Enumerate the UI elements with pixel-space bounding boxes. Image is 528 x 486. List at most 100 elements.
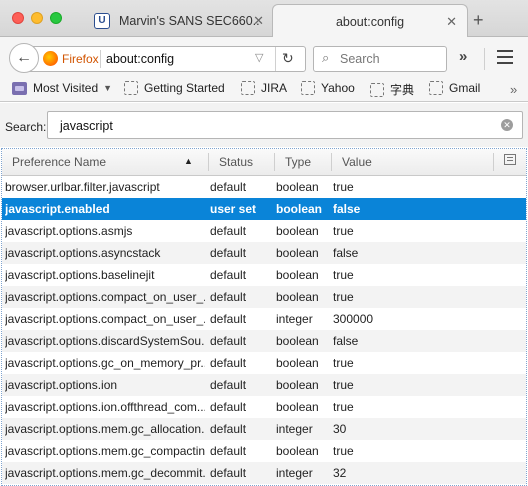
table-row[interactable]: javascript.enabled user set boolean false [2, 198, 526, 220]
hamburger-menu-icon[interactable] [497, 50, 513, 68]
table-header: Preference Name ▲ Status Type Value [2, 149, 526, 176]
minimize-window-button[interactable] [31, 12, 43, 24]
table-row[interactable]: javascript.options.compact_on_user_... de… [2, 286, 526, 308]
site-favicon-icon: U [94, 12, 110, 29]
bookmark-jira[interactable]: JIRA [241, 81, 287, 95]
url-bar[interactable]: Firefox about:config ▽ ↻ [28, 46, 306, 72]
column-splitter[interactable] [331, 153, 332, 171]
column-header-name[interactable]: Preference Name [12, 155, 106, 169]
preference-type-cell: boolean [276, 290, 319, 304]
preference-type-cell: boolean [276, 334, 319, 348]
preference-name-cell: javascript.options.gc_on_memory_pr... [5, 356, 205, 370]
column-splitter[interactable] [274, 153, 275, 171]
search-icon: ⌕ [322, 50, 330, 65]
bookmark-most-visited[interactable]: Most Visited ▼ [12, 81, 112, 95]
table-row[interactable]: javascript.options.baselinejit default boo… [2, 264, 526, 286]
config-search-value[interactable]: javascript [60, 119, 113, 133]
preference-name-cell: javascript.enabled [5, 202, 110, 216]
bookmark-icon [429, 81, 443, 95]
tab-sans-sec660[interactable]: U Marvin's SANS SEC660... ✕ [84, 4, 274, 37]
table-row[interactable]: javascript.options.ion default boolean true [2, 374, 526, 396]
preference-value-cell: false [333, 334, 359, 348]
tab-about-config[interactable]: about:config ✕ [272, 4, 468, 38]
config-search-field[interactable]: javascript ✕ [47, 111, 523, 139]
preference-type-cell: boolean [276, 400, 319, 414]
table-row[interactable]: javascript.options.asmjs default boolean tr… [2, 220, 526, 242]
bookmark-label: Getting Started [144, 81, 225, 95]
table-row[interactable]: javascript.options.mem.gc_allocation... d… [2, 418, 526, 440]
bookmark-icon [301, 81, 315, 95]
column-splitter[interactable] [493, 153, 494, 171]
preference-status-cell: default [210, 444, 247, 458]
bookmark-getting-started[interactable]: Getting Started [124, 81, 225, 95]
column-picker-icon[interactable] [504, 154, 516, 165]
preference-status-cell: default [210, 312, 247, 326]
preference-value-cell: 30 [333, 422, 347, 436]
preference-name-cell: javascript.options.compact_on_user_... [5, 312, 205, 326]
preference-value-cell: 300000 [333, 312, 374, 326]
sort-ascending-icon: ▲ [184, 156, 193, 166]
search-input[interactable]: Search [340, 52, 380, 66]
tab-title: about:config [335, 14, 405, 29]
zoom-window-button[interactable] [50, 12, 62, 24]
bookmarks-overflow-icon[interactable]: » [510, 82, 517, 97]
about-config-page: Search: javascript ✕ Preference Name ▲ S… [0, 103, 528, 486]
preference-value-cell: true [333, 400, 354, 414]
table-row[interactable]: javascript.options.gc_on_memory_pr... def… [2, 352, 526, 374]
bookmark-yahoo[interactable]: Yahoo [301, 81, 355, 95]
identity-box[interactable]: Firefox [43, 51, 99, 66]
url-divider [275, 47, 276, 71]
column-splitter[interactable] [208, 153, 209, 171]
table-row[interactable]: browser.urlbar.filter.javascript default b… [2, 176, 526, 198]
preference-value-cell: false [333, 246, 359, 260]
preference-type-cell: boolean [276, 444, 319, 458]
preference-status-cell: default [210, 422, 247, 436]
url-history-dropdown-icon[interactable]: ▽ [255, 51, 263, 64]
preference-value-cell: true [333, 444, 354, 458]
preference-status-cell: default [210, 246, 247, 260]
bookmark-label: Most Visited [33, 81, 99, 95]
preference-name-cell: javascript.options.mem.gc_decommit... [5, 466, 205, 480]
table-row[interactable]: javascript.options.compact_on_user_... de… [2, 308, 526, 330]
preference-name-cell: javascript.options.ion [5, 378, 118, 392]
preference-name-cell: javascript.options.mem.gc_allocation... [5, 422, 205, 436]
table-row[interactable]: javascript.options.mem.gc_decommit... def… [2, 462, 526, 484]
new-tab-button[interactable]: + [473, 10, 484, 31]
preference-value-cell: true [333, 378, 354, 392]
preference-name-cell: javascript.options.compact_on_user_... [5, 290, 205, 304]
table-row[interactable]: javascript.options.mem.gc_compacting defa… [2, 440, 526, 462]
clear-search-icon[interactable]: ✕ [501, 119, 513, 131]
url-input[interactable]: about:config [106, 52, 174, 66]
column-header-status[interactable]: Status [219, 155, 253, 169]
close-window-button[interactable] [12, 12, 24, 24]
bookmarks-toolbar: Most Visited ▼ Getting Started JIRA Yaho… [0, 80, 528, 102]
table-row[interactable]: javascript.options.asyncstack default bool… [2, 242, 526, 264]
firefox-logo-icon [43, 51, 58, 66]
table-row[interactable]: javascript.options.discardSystemSou... de… [2, 330, 526, 352]
preference-type-cell: boolean [276, 180, 319, 194]
preferences-table[interactable]: Preference Name ▲ Status Type Value brow… [1, 148, 527, 486]
toolbar-overflow-icon[interactable]: » [459, 48, 467, 65]
most-visited-icon [12, 81, 27, 95]
preference-value-cell: true [333, 224, 354, 238]
config-search-row: Search: javascript ✕ [0, 103, 528, 147]
preference-type-cell: boolean [276, 246, 319, 260]
preference-value-cell: true [333, 268, 354, 282]
close-tab-icon[interactable]: ✕ [253, 13, 264, 29]
back-button[interactable]: ← [9, 43, 39, 73]
preference-name-cell: javascript.options.ion.offthread_com... [5, 400, 205, 414]
preference-status-cell: default [210, 334, 247, 348]
preference-status-cell: default [210, 378, 247, 392]
bookmark-dictionary[interactable]: 字典 [370, 81, 414, 98]
close-tab-icon[interactable]: ✕ [446, 14, 457, 30]
preference-value-cell: true [333, 180, 354, 194]
column-header-type[interactable]: Type [285, 155, 311, 169]
column-header-value[interactable]: Value [342, 155, 372, 169]
table-row[interactable]: javascript.options.ion.offthread_com... d… [2, 396, 526, 418]
search-bar[interactable]: ⌕ Search [313, 46, 447, 72]
preference-value-cell: true [333, 356, 354, 370]
reload-icon[interactable]: ↻ [282, 50, 294, 67]
preference-status-cell: default [210, 180, 247, 194]
preference-type-cell: integer [276, 312, 313, 326]
bookmark-gmail[interactable]: Gmail [429, 81, 480, 95]
